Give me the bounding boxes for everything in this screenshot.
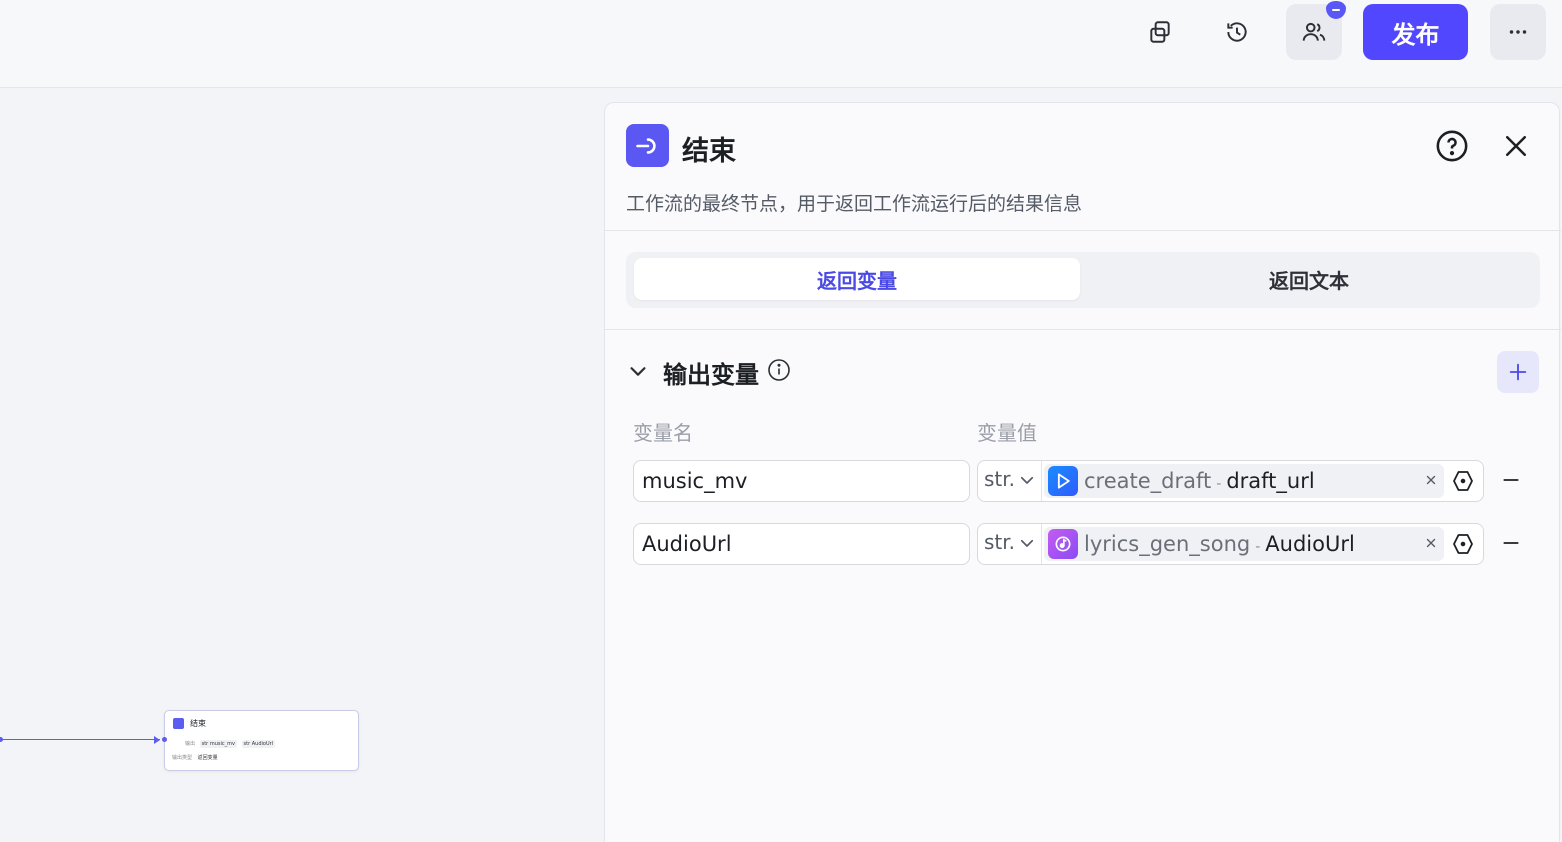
- remove-row-icon[interactable]: [1501, 470, 1521, 490]
- reference-path: create_draft - draft_url: [1084, 469, 1315, 493]
- clear-icon[interactable]: [1424, 473, 1438, 487]
- variable-name-input[interactable]: AudioUrl: [633, 523, 970, 565]
- end-node-input-port[interactable]: [162, 737, 167, 742]
- reference-path: lyrics_gen_song - AudioUrl: [1084, 532, 1355, 556]
- tab-return-text[interactable]: 返回文本: [1086, 258, 1532, 300]
- end-node-type-label: 输出类型: [172, 755, 193, 761]
- end-node-output-label: 输出: [185, 741, 196, 747]
- chevron-down-icon[interactable]: [627, 360, 649, 382]
- variable-picker-icon[interactable]: [1451, 469, 1475, 493]
- chevron-down-icon: [1020, 476, 1034, 484]
- variable-value-field: str. lyrics_gen_song - AudioUrl: [977, 523, 1484, 565]
- remove-row-icon[interactable]: [1501, 533, 1521, 553]
- clear-icon[interactable]: [1424, 536, 1438, 550]
- play-app-icon: [1048, 466, 1078, 496]
- variable-picker-icon[interactable]: [1451, 532, 1475, 556]
- divider: [605, 230, 1561, 231]
- reference-key: AudioUrl: [1265, 532, 1355, 556]
- reference-node-name: lyrics_gen_song: [1084, 532, 1251, 556]
- variable-name-input[interactable]: music_mv: [633, 460, 970, 502]
- info-icon[interactable]: [767, 358, 791, 382]
- notification-badge: [1326, 1, 1346, 19]
- divider: [605, 329, 1561, 330]
- chevron-down-icon: [1020, 539, 1034, 547]
- top-toolbar: 发布: [0, 0, 1562, 88]
- return-mode-tabs: 返回变量 返回文本: [626, 252, 1540, 308]
- end-node-icon: [626, 124, 669, 167]
- column-header-name: 变量名: [633, 421, 693, 445]
- type-label: str.: [984, 467, 1016, 491]
- panel-description: 工作流的最终节点，用于返回工作流运行后的结果信息: [626, 193, 1083, 215]
- panel-title: 结束: [682, 136, 736, 167]
- end-node-output-tag: str music_mv: [199, 740, 237, 748]
- edge-arrow: [154, 736, 160, 744]
- type-select[interactable]: str.: [978, 524, 1042, 564]
- history-button[interactable]: [1209, 4, 1265, 60]
- collaborators-button[interactable]: [1286, 1, 1346, 60]
- node-config-panel: 结束 工作流的最终节点，用于返回工作流运行后的结果信息 返回变量 返回文本 输出…: [604, 102, 1561, 842]
- copy-button[interactable]: [1132, 4, 1188, 60]
- variable-reference-chip[interactable]: lyrics_gen_song - AudioUrl: [1044, 527, 1444, 561]
- history-icon: [1227, 22, 1247, 42]
- copy-icon: [1150, 21, 1170, 43]
- publish-button[interactable]: 发布: [1363, 4, 1468, 60]
- more-icon: [1509, 30, 1527, 34]
- add-variable-button[interactable]: [1497, 351, 1539, 393]
- help-icon[interactable]: [1435, 129, 1469, 163]
- end-node-type-row: 输出类型 返回变量: [172, 754, 218, 761]
- end-node-title: 结束: [190, 719, 206, 728]
- end-node-output-tag: str AudioUrl: [241, 740, 276, 748]
- variable-value-field: str. create_draft - draft_url: [977, 460, 1484, 502]
- connection-edge: [0, 739, 160, 740]
- reference-key: draft_url: [1226, 469, 1315, 493]
- type-select[interactable]: str.: [978, 461, 1042, 501]
- type-label: str.: [984, 530, 1016, 554]
- end-node-icon: [173, 718, 184, 729]
- close-icon[interactable]: [1501, 131, 1531, 161]
- plus-icon: [1509, 363, 1527, 381]
- variable-reference-chip[interactable]: create_draft - draft_url: [1044, 464, 1444, 498]
- music-app-icon: [1048, 529, 1078, 559]
- section-title-output-variables: 输出变量: [663, 361, 759, 389]
- more-button[interactable]: [1490, 4, 1546, 60]
- end-node[interactable]: 结束 输出 str music_mv str AudioUrl 输出类型 返回变…: [164, 710, 359, 771]
- end-node-type-value: 返回变量: [197, 755, 218, 761]
- end-node-output-row: 输出 str music_mv str AudioUrl: [185, 740, 276, 748]
- users-icon: [1302, 22, 1326, 41]
- tab-return-variables[interactable]: 返回变量: [634, 258, 1080, 300]
- column-header-value: 变量值: [977, 421, 1037, 445]
- reference-node-name: create_draft: [1084, 469, 1212, 493]
